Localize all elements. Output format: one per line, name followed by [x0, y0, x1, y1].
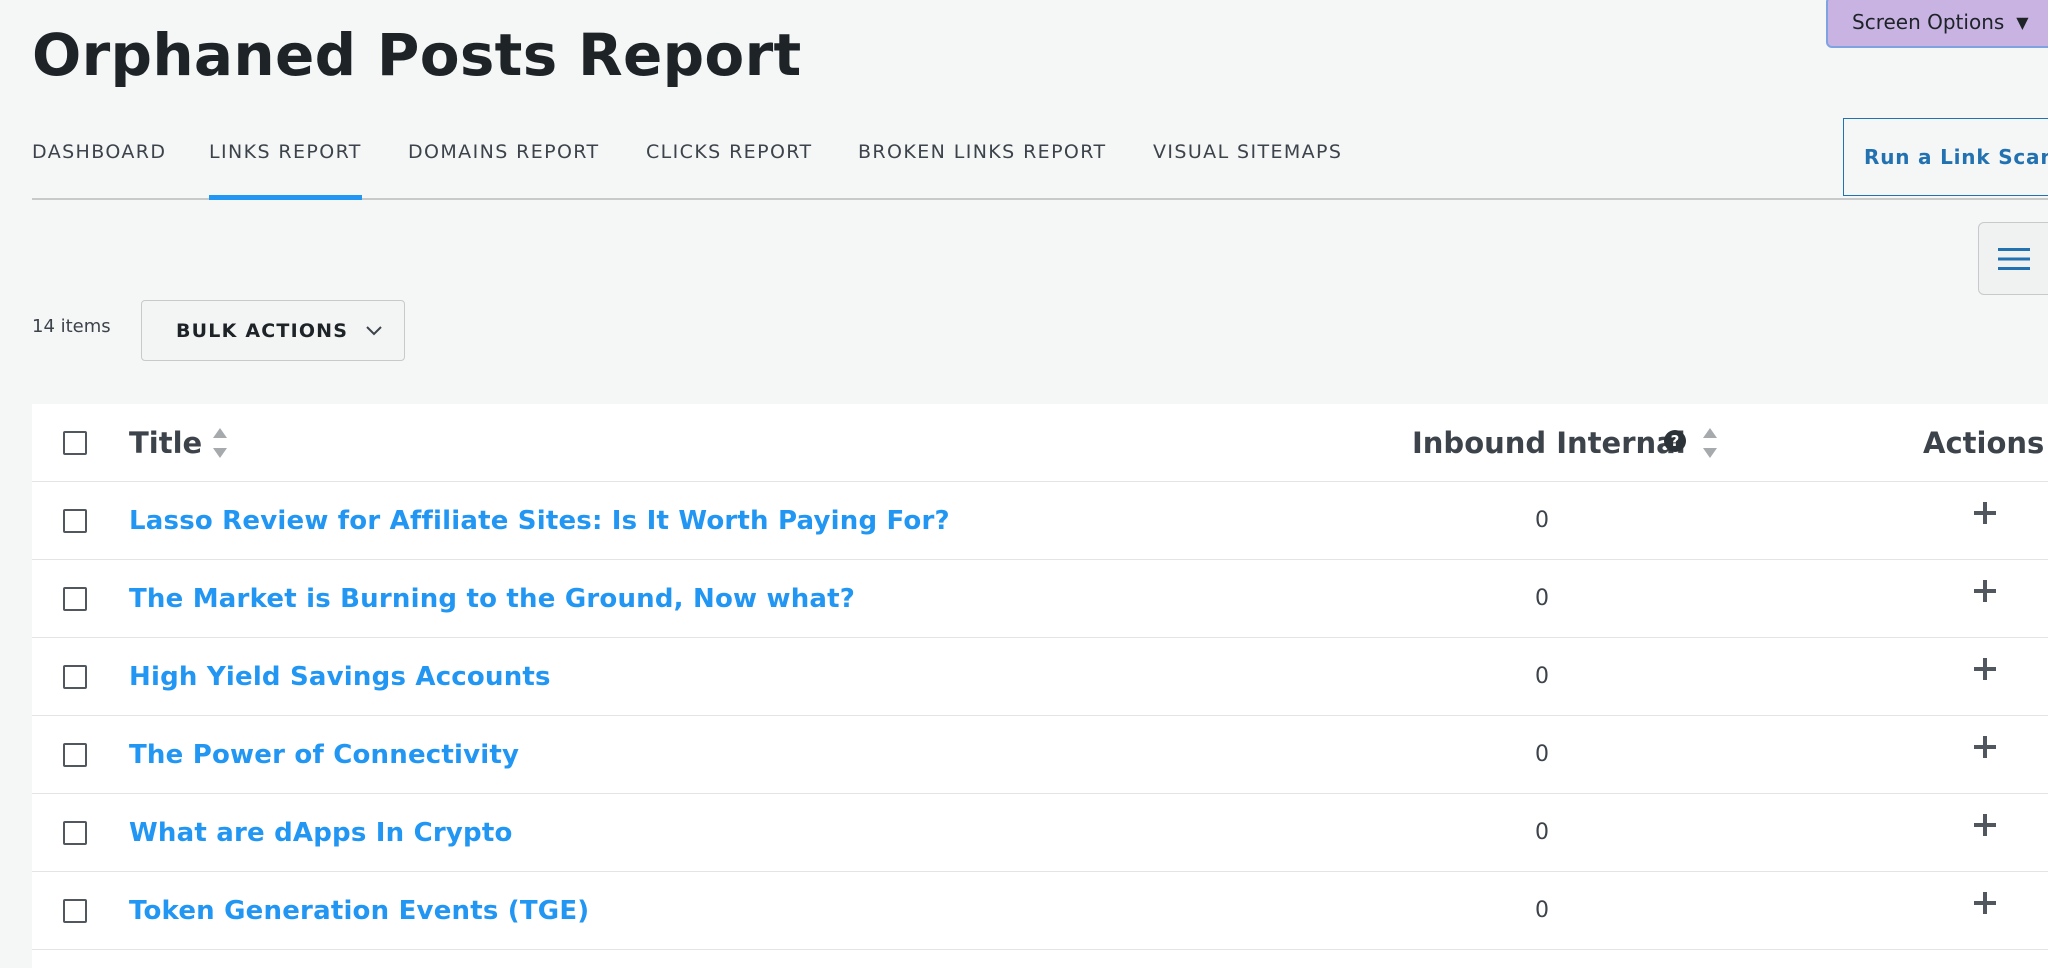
table-row: Token Generation Events (TGE) 0	[32, 872, 2048, 950]
tab-dashboard[interactable]: DASHBOARD	[32, 120, 166, 198]
inbound-internal-count: 0	[1535, 742, 1549, 767]
post-title-link[interactable]: Token Generation Events (TGE)	[129, 872, 589, 950]
bulk-actions-label: BULK ACTIONS	[176, 319, 349, 342]
plus-icon[interactable]	[1970, 654, 2000, 684]
table-row: The Market is Burning to the Ground, Now…	[32, 560, 2048, 638]
post-title-link[interactable]: The Power of Connectivity	[129, 716, 519, 794]
row-checkbox[interactable]	[63, 743, 87, 767]
orphaned-posts-table: Title Inbound Internal ? Actions Lasso R…	[32, 404, 2048, 968]
inbound-internal-count: 0	[1535, 664, 1549, 689]
table-row: What are dApps In Crypto 0	[32, 794, 2048, 872]
tab-clicks-report[interactable]: CLICKS REPORT	[646, 120, 813, 198]
plus-icon[interactable]	[1970, 498, 2000, 528]
tab-visual-sitemaps[interactable]: VISUAL SITEMAPS	[1153, 120, 1342, 198]
row-checkbox[interactable]	[63, 665, 87, 689]
column-header-actions: Actions	[1923, 426, 2045, 460]
inbound-internal-count: 0	[1535, 898, 1549, 923]
help-icon[interactable]: ?	[1664, 430, 1686, 452]
inbound-internal-count: 0	[1535, 508, 1549, 533]
sort-title-icon[interactable]	[213, 424, 227, 464]
hamburger-menu-icon	[1998, 248, 2030, 270]
table-row: The Power of Connectivity 0	[32, 716, 2048, 794]
column-header-title[interactable]: Title	[129, 404, 202, 482]
plus-icon[interactable]	[1970, 732, 2000, 762]
run-link-scan-button[interactable]: Run a Link Scan	[1843, 118, 2048, 196]
caret-down-icon: ▼	[2016, 12, 2029, 32]
menu-toggle-button[interactable]	[1978, 222, 2048, 295]
post-title-link[interactable]: Lasso Review for Affiliate Sites: Is It …	[129, 482, 950, 560]
table-header-row: Title Inbound Internal ? Actions	[32, 404, 2048, 482]
column-header-inbound-internal[interactable]: Inbound Internal	[1412, 404, 1686, 482]
post-title-link[interactable]: High Yield Savings Accounts	[129, 638, 551, 716]
row-checkbox[interactable]	[63, 899, 87, 923]
plus-icon[interactable]	[1970, 576, 2000, 606]
tab-broken-links-report[interactable]: BROKEN LINKS REPORT	[858, 120, 1107, 198]
screen-options-button[interactable]: Screen Options ▼	[1826, 0, 2048, 48]
items-count: 14 items	[32, 316, 111, 337]
chevron-down-icon	[366, 325, 382, 335]
select-all-checkbox[interactable]	[63, 431, 87, 455]
screen-options-label: Screen Options	[1852, 10, 2005, 34]
inbound-internal-count: 0	[1535, 586, 1549, 611]
report-tabs: DASHBOARD LINKS REPORT DOMAINS REPORT CL…	[32, 120, 2048, 200]
table-row: High Yield Savings Accounts 0	[32, 638, 2048, 716]
inbound-internal-count: 0	[1535, 820, 1549, 845]
plus-icon[interactable]	[1970, 888, 2000, 918]
table-row: Lasso Review for Affiliate Sites: Is It …	[32, 482, 2048, 560]
row-checkbox[interactable]	[63, 821, 87, 845]
post-title-link[interactable]: What are dApps In Crypto	[129, 794, 513, 872]
post-title-link[interactable]: The Market is Burning to the Ground, Now…	[129, 560, 855, 638]
row-checkbox[interactable]	[63, 509, 87, 533]
tab-links-report[interactable]: LINKS REPORT	[209, 120, 362, 200]
page-title: Orphaned Posts Report	[32, 21, 802, 89]
sort-inbound-icon[interactable]	[1703, 424, 1717, 464]
plus-icon[interactable]	[1970, 810, 2000, 840]
tab-domains-report[interactable]: DOMAINS REPORT	[408, 120, 600, 198]
bulk-actions-dropdown[interactable]: BULK ACTIONS	[141, 300, 405, 361]
row-checkbox[interactable]	[63, 587, 87, 611]
